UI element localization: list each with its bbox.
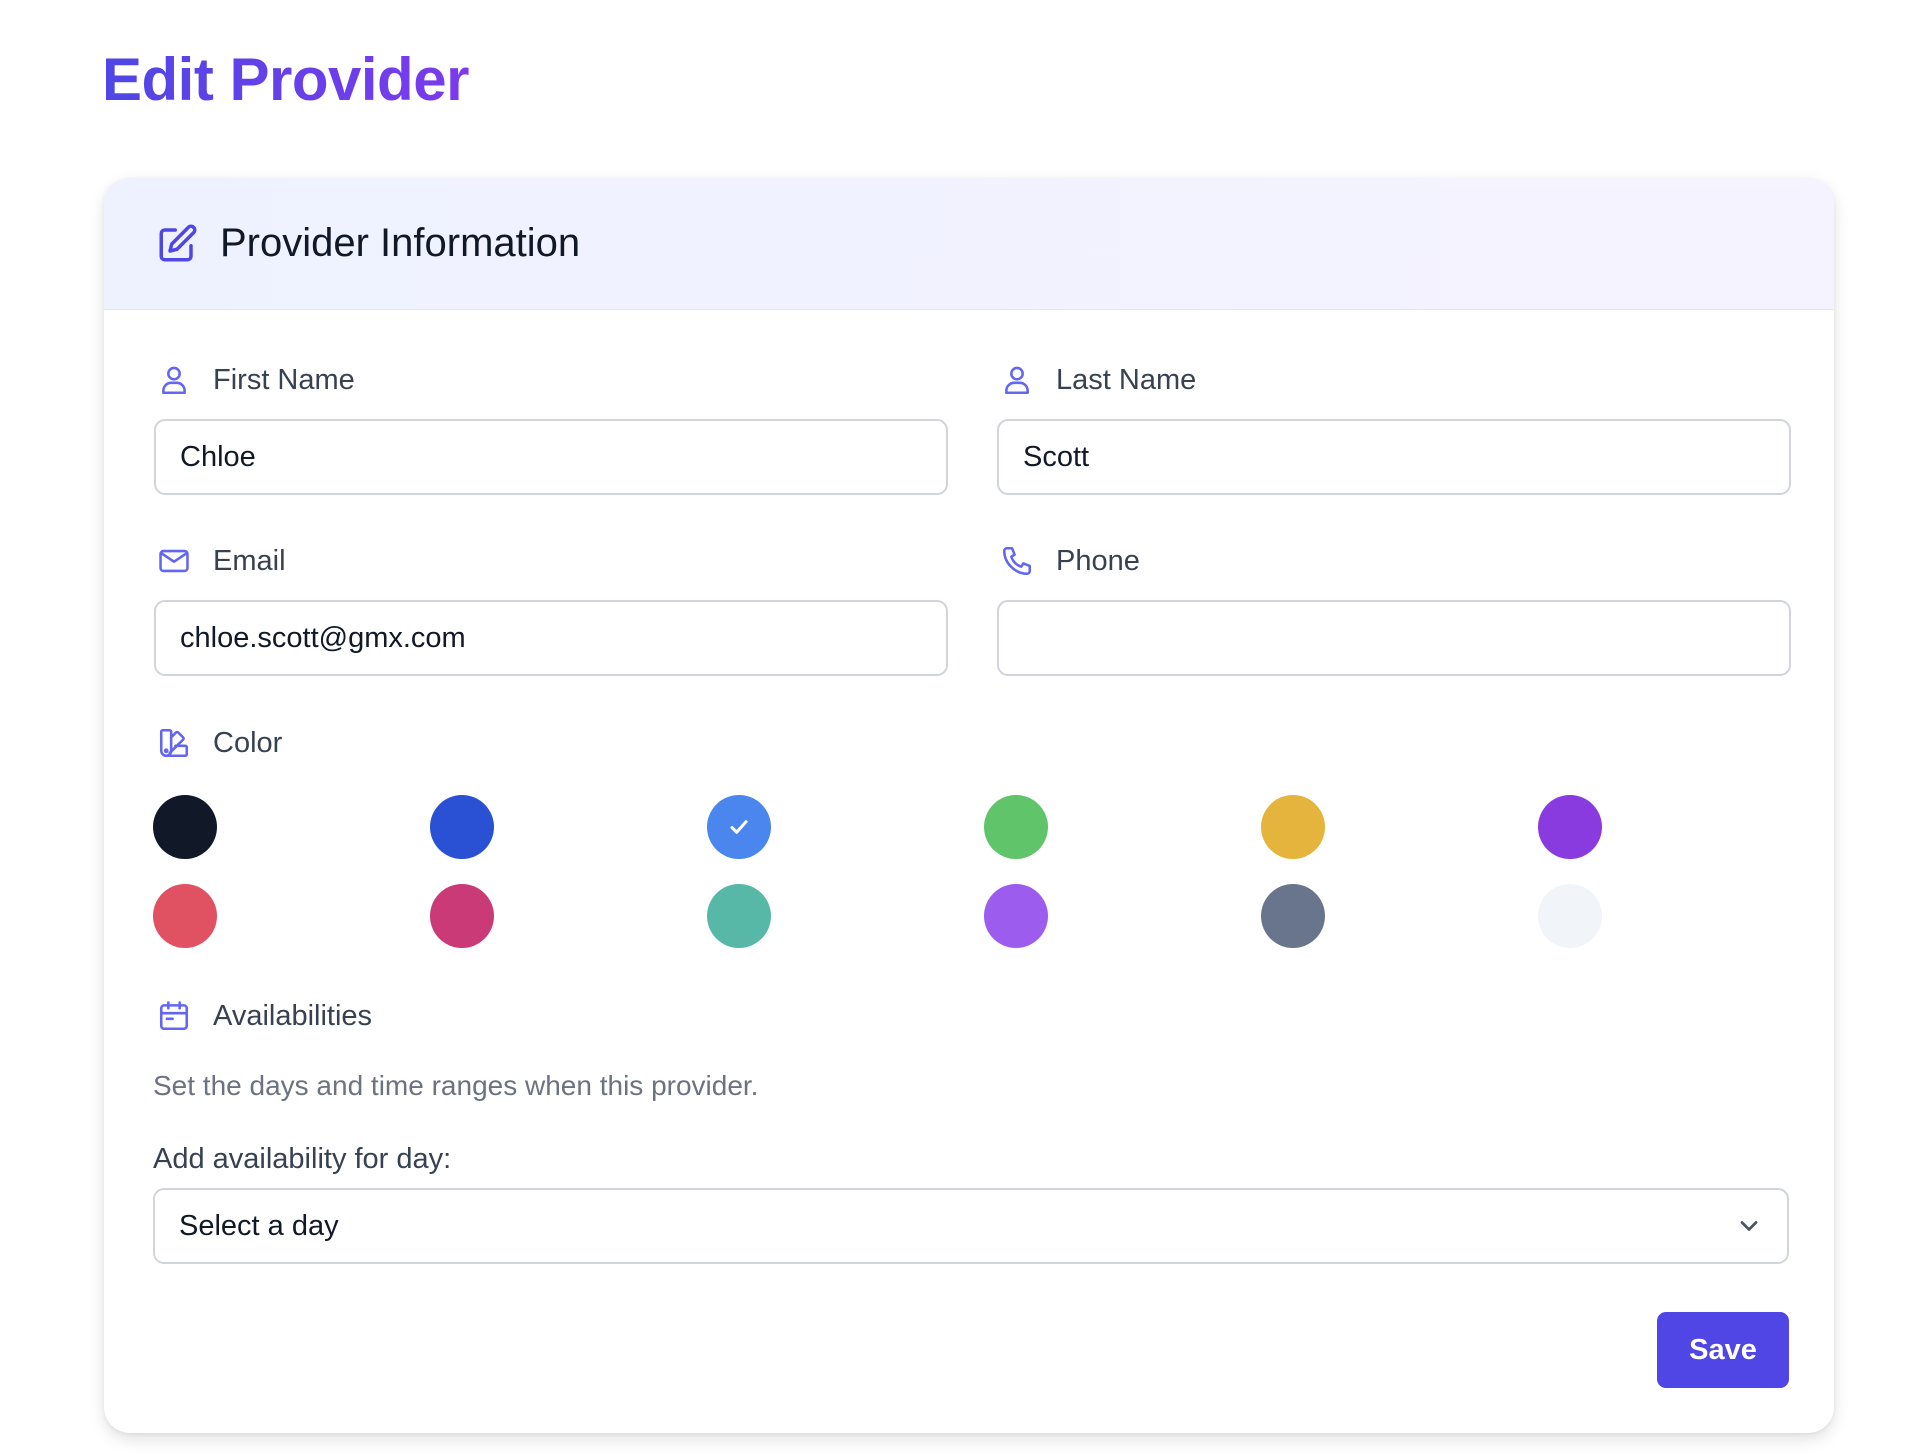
edit-square-icon <box>156 223 198 265</box>
calendar-icon <box>157 999 191 1033</box>
first-name-label: First Name <box>157 363 355 397</box>
last-name-label-text: Last Name <box>1056 363 1197 396</box>
color-swatch[interactable] <box>1538 884 1602 948</box>
day-select-value: Select a day <box>179 1209 339 1242</box>
card-title: Provider Information <box>220 221 581 265</box>
day-select[interactable]: Select a day <box>153 1188 1789 1264</box>
last-name-label: Last Name <box>1000 363 1196 397</box>
color-label: Color <box>157 726 282 760</box>
day-select-label: Add availability for day: <box>153 1143 452 1175</box>
check-icon <box>730 820 748 834</box>
color-swatch[interactable] <box>707 884 771 948</box>
phone-label: Phone <box>1000 544 1140 578</box>
color-swatch[interactable] <box>707 795 771 859</box>
email-label-text: Email <box>213 544 286 577</box>
color-swatch[interactable] <box>984 884 1048 948</box>
color-swatch[interactable] <box>153 884 217 948</box>
color-swatch[interactable] <box>430 884 494 948</box>
page-title: Edit Provider <box>102 44 469 116</box>
color-label-text: Color <box>213 726 283 759</box>
mail-icon <box>157 544 191 578</box>
availabilities-label: Availabilities <box>157 999 372 1033</box>
first-name-label-text: First Name <box>213 363 355 396</box>
user-icon <box>157 363 191 397</box>
availabilities-helper-text: Set the days and time ranges when this p… <box>153 1070 759 1101</box>
card-header: Provider Information <box>104 178 1834 310</box>
chevron-down-icon <box>1735 1212 1763 1240</box>
email-label: Email <box>157 544 286 578</box>
phone-icon <box>1000 544 1034 578</box>
email-input[interactable] <box>154 600 948 676</box>
color-swatch[interactable] <box>1261 795 1325 859</box>
last-name-input[interactable] <box>997 419 1791 495</box>
save-button[interactable]: Save <box>1657 1312 1789 1388</box>
first-name-input[interactable] <box>154 419 948 495</box>
color-swatch[interactable] <box>1261 884 1325 948</box>
phone-input[interactable] <box>997 600 1791 676</box>
color-swatch[interactable] <box>984 795 1048 859</box>
swatch-icon <box>157 726 191 760</box>
user-icon <box>1000 363 1034 397</box>
color-swatch[interactable] <box>153 795 217 859</box>
color-swatch[interactable] <box>430 795 494 859</box>
availabilities-label-text: Availabilities <box>213 999 373 1032</box>
phone-label-text: Phone <box>1056 544 1140 577</box>
color-swatch[interactable] <box>1538 795 1602 859</box>
